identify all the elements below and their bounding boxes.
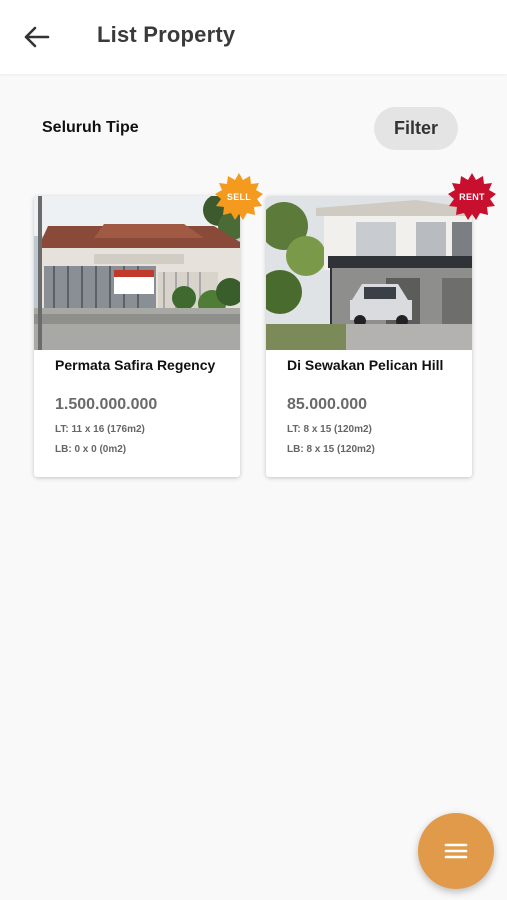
badge-label: SELL (226, 192, 252, 202)
property-name: Permata Safira Regency (55, 357, 216, 373)
app-bar: List Property (0, 0, 507, 74)
menu-icon (444, 843, 468, 859)
rent-badge: RENT (447, 172, 497, 222)
filter-button[interactable]: Filter (374, 107, 458, 150)
land-area: LT: 11 x 16 (176m2) (55, 424, 145, 435)
menu-fab-button[interactable] (418, 813, 494, 889)
badge-label: RENT (459, 192, 485, 202)
page-title: List Property (97, 22, 236, 47)
arrow-left-icon (24, 26, 50, 48)
building-area: LB: 8 x 15 (120m2) (287, 444, 375, 455)
property-price: 1.500.000.000 (55, 396, 158, 413)
sell-badge: SELL (214, 172, 264, 222)
property-card[interactable]: Di Sewakan Pelican Hill 85.000.000 LT: 8… (266, 196, 472, 477)
property-type-selector[interactable]: Seluruh Tipe (42, 119, 139, 137)
property-photo (34, 196, 240, 350)
back-button[interactable] (18, 20, 54, 54)
property-card[interactable]: Permata Safira Regency 1.500.000.000 LT:… (34, 196, 240, 477)
building-area: LB: 0 x 0 (0m2) (55, 444, 127, 455)
property-name: Di Sewakan Pelican Hill (287, 357, 444, 373)
property-price: 85.000.000 (287, 396, 368, 413)
land-area: LT: 8 x 15 (120m2) (287, 424, 372, 435)
property-photo (266, 196, 472, 350)
